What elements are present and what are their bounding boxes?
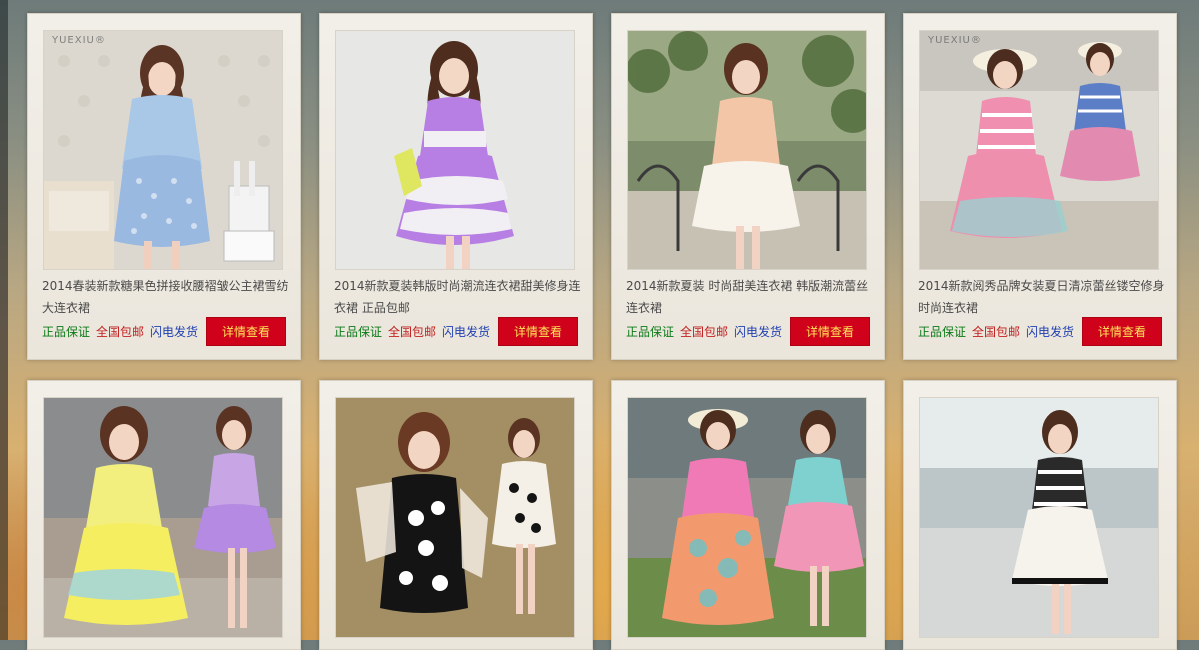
product-card: YUEXIU® 2014新款阅秀品牌女装夏日清凉蕾丝镂空修身时尚连衣裙 正品保证… [903, 13, 1177, 360]
tag-fast-delivery: 闪电发货 [442, 325, 491, 339]
brand-watermark: YUEXIU® [52, 35, 106, 46]
tag-free-shipping: 全国包邮 [680, 325, 729, 339]
tag-free-shipping: 全国包邮 [96, 325, 145, 339]
product-title[interactable]: 2014新款阅秀品牌女装夏日清凉蕾丝镂空修身时尚连衣裙 [918, 275, 1166, 319]
brand-watermark: YUEXIU® [928, 35, 982, 46]
product-title[interactable]: 2014新款夏装韩版时尚潮流连衣裙甜美修身连衣裙 正品包邮 [334, 275, 582, 319]
product-image[interactable] [43, 397, 283, 638]
product-title[interactable]: 2014春装新款糖果色拼接收腰褶皱公主裙雪纺大连衣裙 [42, 275, 290, 319]
tag-genuine-guarantee: 正品保证 [334, 325, 383, 339]
view-details-button[interactable]: 详情查看 [790, 317, 870, 346]
tag-genuine-guarantee: 正品保证 [626, 325, 675, 339]
tag-fast-delivery: 闪电发货 [150, 325, 199, 339]
product-image[interactable] [919, 397, 1159, 638]
product-card: YUEXIU® 2014春装新款糖果色拼接收腰褶皱公主裙雪纺大连衣裙 正品保证 … [27, 13, 301, 360]
product-image[interactable] [627, 30, 867, 270]
tag-genuine-guarantee: 正品保证 [918, 325, 967, 339]
product-card [27, 380, 301, 650]
product-image[interactable] [335, 397, 575, 638]
tag-free-shipping: 全国包邮 [972, 325, 1021, 339]
tag-fast-delivery: 闪电发货 [734, 325, 783, 339]
product-card [319, 380, 593, 650]
product-card: 2014新款夏装韩版时尚潮流连衣裙甜美修身连衣裙 正品包邮 正品保证 全国包邮 … [319, 13, 593, 360]
view-details-button[interactable]: 详情查看 [1082, 317, 1162, 346]
product-title[interactable]: 2014新款夏装 时尚甜美连衣裙 韩版潮流蕾丝连衣裙 [626, 275, 874, 319]
tag-genuine-guarantee: 正品保证 [42, 325, 91, 339]
product-image[interactable] [335, 30, 575, 270]
tag-free-shipping: 全国包邮 [388, 325, 437, 339]
product-image[interactable]: YUEXIU® [919, 30, 1159, 270]
product-card: 2014新款夏装 时尚甜美连衣裙 韩版潮流蕾丝连衣裙 正品保证 全国包邮 闪电发… [611, 13, 885, 360]
view-details-button[interactable]: 详情查看 [206, 317, 286, 346]
page-left-edge [0, 0, 8, 640]
product-card [903, 380, 1177, 650]
tag-fast-delivery: 闪电发货 [1026, 325, 1075, 339]
view-details-button[interactable]: 详情查看 [498, 317, 578, 346]
product-card [611, 380, 885, 650]
product-image[interactable] [627, 397, 867, 638]
product-image[interactable]: YUEXIU® [43, 30, 283, 270]
